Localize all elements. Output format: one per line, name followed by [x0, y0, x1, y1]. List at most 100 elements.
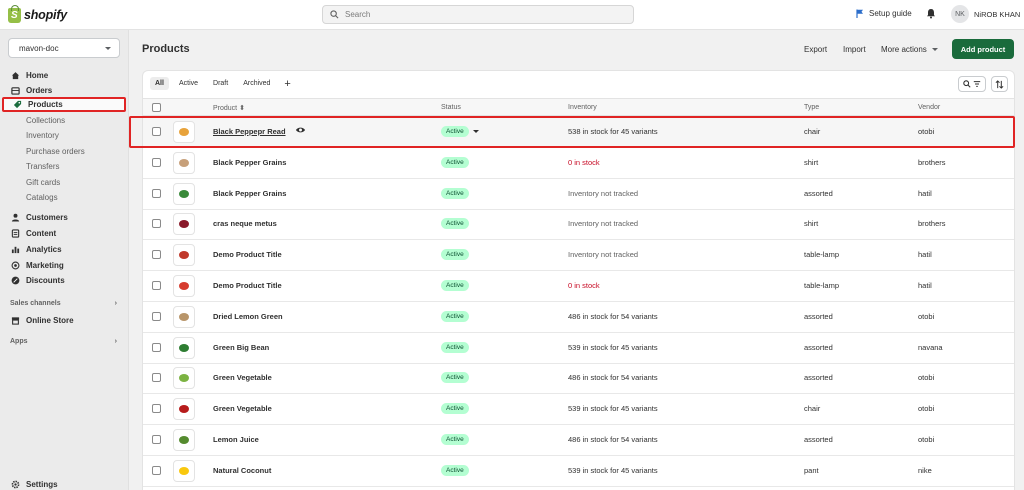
row-checkbox[interactable]: [152, 311, 161, 321]
sidebar-item-customers[interactable]: Customers: [10, 210, 68, 224]
type-cell: shirt: [804, 219, 819, 229]
vendor-cell: otobi: [918, 127, 935, 136]
row-checkbox[interactable]: [152, 157, 161, 167]
import-button[interactable]: Import: [843, 45, 866, 54]
status-badge[interactable]: Active: [441, 126, 469, 137]
sidebar-item-discounts[interactable]: Discounts: [10, 273, 65, 287]
product-image-icon: [179, 466, 189, 475]
product-name[interactable]: Black Pepper Grains: [213, 189, 286, 198]
avatar: NK: [951, 5, 969, 23]
product-name[interactable]: Green Vegetable: [213, 373, 272, 382]
sidebar-item-marketing[interactable]: Marketing: [10, 258, 64, 272]
product-name[interactable]: Green Big Bean: [213, 343, 269, 352]
sort-icon: [995, 79, 1004, 89]
table-row[interactable]: Black Pepper Grains Active Inventory not t…: [143, 179, 1014, 210]
row-checkbox[interactable]: [152, 465, 161, 475]
user-menu[interactable]: NK NiROB KHAN: [951, 5, 1020, 23]
sidebar-item-orders[interactable]: Orders: [10, 83, 52, 97]
tab-active[interactable]: Active: [174, 77, 203, 90]
product-image-icon: [179, 189, 189, 198]
apps-section[interactable]: Apps ›: [10, 338, 117, 345]
sidebar-subitem-catalogs[interactable]: Catalogs: [26, 190, 58, 204]
product-thumbnail[interactable]: [173, 305, 195, 328]
product-thumbnail[interactable]: [173, 429, 195, 451]
add-product-button[interactable]: Add product: [952, 39, 1014, 59]
product-name[interactable]: Demo Product Title: [213, 281, 282, 290]
product-name[interactable]: Lemon Juice: [213, 435, 259, 444]
product-name[interactable]: Green Vegetable: [213, 404, 272, 413]
status-badge: Active: [441, 464, 469, 476]
sidebar-item-home[interactable]: Home: [10, 68, 48, 82]
sidebar-subitem-collections[interactable]: Collections: [26, 113, 65, 127]
tab-draft[interactable]: Draft: [208, 77, 233, 90]
sidebar-subitem-inventory[interactable]: Inventory: [26, 128, 59, 142]
row-checkbox[interactable]: [152, 250, 161, 260]
product-name[interactable]: Demo Product Title: [213, 250, 282, 259]
row-checkbox[interactable]: [152, 188, 161, 198]
store-selector[interactable]: mavon-doc: [8, 38, 120, 58]
table-row[interactable]: Green Big Bean Active 539 in stock for 45 …: [143, 333, 1014, 364]
product-name[interactable]: Dried Lemon Green: [213, 312, 283, 321]
product-thumbnail[interactable]: [173, 275, 195, 297]
tab-all[interactable]: All: [150, 77, 169, 90]
sidebar-item-online-store[interactable]: Online Store: [10, 313, 74, 327]
product-name[interactable]: Black Peppepr Read: [213, 127, 286, 136]
setup-guide-button[interactable]: Setup guide: [856, 9, 912, 18]
more-actions-button[interactable]: More actions: [881, 45, 938, 54]
chevron-down-icon: [931, 48, 938, 51]
search-input[interactable]: [345, 10, 625, 19]
product-name[interactable]: Black Pepper Grains: [213, 158, 286, 167]
chevron-down-icon[interactable]: [473, 130, 479, 133]
product-header-label: Product: [213, 105, 238, 112]
table-row[interactable]: Demo Product Title Active Inventory not tr…: [143, 240, 1014, 272]
select-all-checkbox[interactable]: [152, 103, 161, 112]
search-filter-button[interactable]: [958, 76, 986, 92]
product-thumbnail[interactable]: [173, 121, 195, 143]
sales-channels-section[interactable]: Sales channels ›: [10, 300, 117, 307]
shopify-logo[interactable]: S shopify: [8, 4, 67, 24]
row-checkbox[interactable]: [152, 373, 161, 383]
product-name[interactable]: Natural Coconut: [213, 466, 271, 475]
product-thumbnail[interactable]: [173, 367, 195, 390]
row-checkbox[interactable]: [152, 281, 161, 290]
sidebar-subitem-gift-cards[interactable]: Gift cards: [26, 175, 60, 189]
product-thumbnail[interactable]: [173, 459, 195, 482]
table-row[interactable]: Dried Lemon Green Active 486 in stock for …: [143, 302, 1014, 333]
sidebar-item-products[interactable]: Products: [2, 97, 126, 112]
product-thumbnail[interactable]: [173, 213, 195, 236]
sort-button[interactable]: [991, 76, 1008, 92]
notifications-button[interactable]: [926, 8, 936, 21]
add-view-button[interactable]: +: [280, 78, 294, 90]
product-thumbnail[interactable]: [173, 182, 195, 205]
product-column-header[interactable]: Product ⬍: [213, 104, 245, 112]
table-row[interactable]: Lemon Juice Active 486 in stock for 54 var…: [143, 425, 1014, 456]
product-thumbnail[interactable]: [173, 336, 195, 359]
sidebar-subitem-transfers[interactable]: Transfers: [26, 159, 60, 173]
table-row[interactable]: Green Vegetable Active 486 in stock for 54…: [143, 363, 1014, 395]
table-row[interactable]: Natural Coconut Active 539 in stock for 45…: [143, 456, 1014, 487]
row-checkbox[interactable]: [152, 435, 161, 444]
product-thumbnail[interactable]: [173, 151, 195, 174]
sidebar-item-analytics[interactable]: Analytics: [10, 242, 62, 256]
row-checkbox[interactable]: [152, 219, 161, 229]
export-button[interactable]: Export: [804, 45, 827, 54]
table-row[interactable]: cras neque metus Active Inventory not trac…: [143, 209, 1014, 241]
chevron-right-icon: ›: [114, 338, 117, 345]
row-checkbox[interactable]: [152, 342, 161, 352]
product-thumbnail[interactable]: [173, 398, 195, 421]
eye-icon[interactable]: [295, 126, 306, 136]
product-name[interactable]: cras neque metus: [213, 219, 277, 228]
product-thumbnail[interactable]: [173, 244, 195, 267]
sidebar-subitem-purchase-orders[interactable]: Purchase orders: [26, 144, 85, 158]
table-row[interactable]: Black Peppepr Read Active 538 in stock for…: [143, 117, 1014, 148]
table-row[interactable]: Green Vegetable Active 539 in stock for 45…: [143, 394, 1014, 426]
row-checkbox[interactable]: [152, 404, 161, 414]
table-row[interactable]: Black Pepper Grains Active 0 in stock shirt…: [143, 148, 1014, 179]
tab-archived[interactable]: Archived: [238, 77, 275, 90]
row-checkbox[interactable]: [152, 127, 161, 136]
search-bar[interactable]: [322, 5, 634, 24]
inventory-cell: 486 in stock for 54 variants: [568, 373, 658, 383]
sidebar-item-content[interactable]: Content: [10, 226, 56, 240]
sidebar-item-settings[interactable]: Settings: [10, 477, 58, 490]
table-row[interactable]: Demo Product Title Active 0 in stock table-…: [143, 271, 1014, 302]
